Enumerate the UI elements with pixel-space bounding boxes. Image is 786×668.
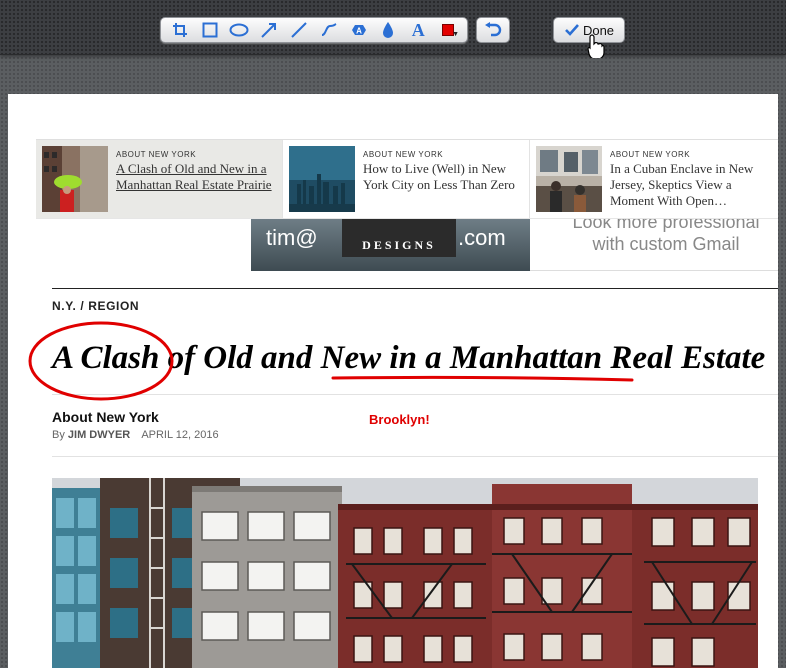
rectangle-tool-icon[interactable] xyxy=(198,19,222,41)
ad-banner[interactable]: tim@ DESIGNS .com Look more professional… xyxy=(251,212,778,271)
author-name[interactable]: JIM DWYER xyxy=(68,429,130,441)
story-kicker: ABOUT NEW YORK xyxy=(116,150,197,159)
editor-toolbar: A A ▼ Done xyxy=(0,0,786,58)
ad-logo: DESIGNS xyxy=(342,219,456,257)
story-title[interactable]: In a Cuban Enclave in New Jersey, Skepti… xyxy=(610,161,771,209)
ellipse-tool-icon[interactable] xyxy=(227,19,251,41)
undo-icon xyxy=(485,22,502,37)
article-headline: A Clash of Old and New in a Manhattan Re… xyxy=(52,340,766,376)
ad-copy: Look more professional with custom Gmail xyxy=(572,212,760,254)
captured-page: tim@ DESIGNS .com Look more professional… xyxy=(8,94,778,668)
checkmark-icon xyxy=(565,24,579,36)
annotation-text: Brooklyn! xyxy=(369,412,430,427)
ad-image: tim@ DESIGNS .com xyxy=(251,219,530,271)
byline-prefix: By xyxy=(52,429,65,441)
ad-domain-text: .com xyxy=(458,225,506,250)
annotation-tools: A A ▼ xyxy=(160,17,468,43)
story-thumbnail xyxy=(536,146,602,212)
article-lead-photo xyxy=(52,478,758,668)
text-tool-icon[interactable]: A xyxy=(406,19,430,41)
divider xyxy=(52,456,778,457)
crop-tool-icon[interactable] xyxy=(168,19,192,41)
divider xyxy=(52,394,778,395)
story-title[interactable]: How to Live (Well) in New York City on L… xyxy=(363,161,523,193)
color-swatch: ▼ xyxy=(442,24,459,38)
byline: By JIM DWYER APRIL 12, 2016 xyxy=(52,429,219,441)
color-picker-icon[interactable]: ▼ xyxy=(436,19,460,41)
story-title[interactable]: A Clash of Old and New in a Manhattan Re… xyxy=(116,161,276,193)
story-thumbnail xyxy=(42,146,108,212)
story-kicker: ABOUT NEW YORK xyxy=(610,150,691,159)
section-breadcrumb[interactable]: N.Y. / REGION xyxy=(52,299,139,313)
ad-email-text: tim@ xyxy=(266,225,318,250)
svg-text:A: A xyxy=(356,27,362,36)
publish-date: APRIL 12, 2016 xyxy=(141,429,219,441)
section-divider xyxy=(52,288,778,289)
undo-button[interactable] xyxy=(476,17,510,43)
column-name[interactable]: About New York xyxy=(52,409,219,425)
hand-cursor-icon xyxy=(587,34,605,58)
blur-tool-icon[interactable] xyxy=(376,19,400,41)
related-story[interactable]: ABOUT NEW YORK A Clash of Old and New in… xyxy=(36,140,283,218)
story-kicker: ABOUT NEW YORK xyxy=(363,150,444,159)
stamp-tool-icon[interactable]: A xyxy=(347,19,371,41)
freehand-tool-icon[interactable] xyxy=(317,19,341,41)
line-tool-icon[interactable] xyxy=(287,19,311,41)
arrow-tool-icon[interactable] xyxy=(257,19,281,41)
related-story[interactable]: ABOUT NEW YORK How to Live (Well) in New… xyxy=(283,140,530,218)
related-story[interactable]: ABOUT NEW YORK In a Cuban Enclave in New… xyxy=(530,140,777,218)
byline-block: About New York By JIM DWYER APRIL 12, 20… xyxy=(52,409,219,441)
related-stories: ABOUT NEW YORK A Clash of Old and New in… xyxy=(36,139,778,219)
story-thumbnail xyxy=(289,146,355,212)
